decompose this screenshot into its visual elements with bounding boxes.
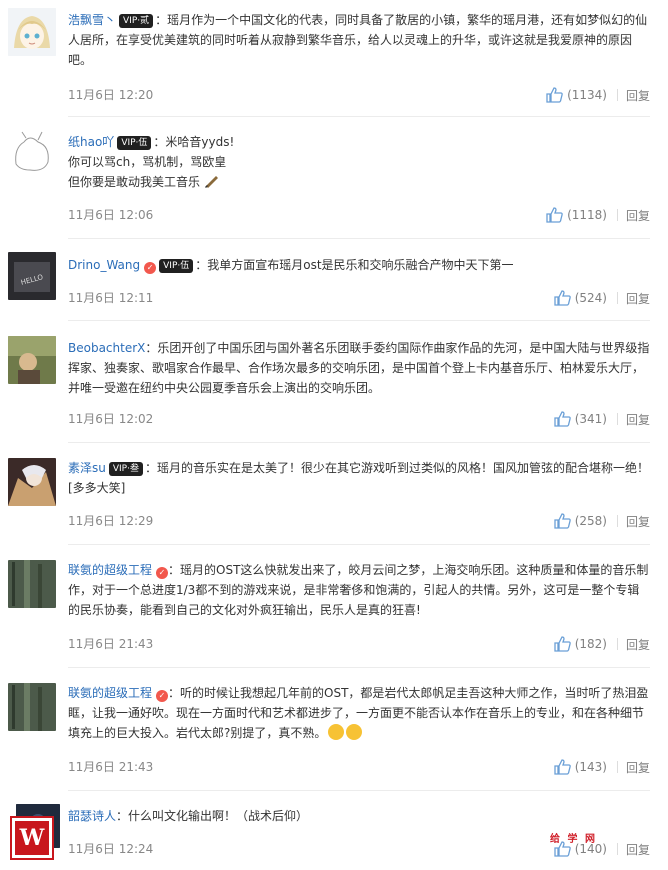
divider <box>616 761 618 773</box>
divider <box>616 515 618 527</box>
comment-time: 11月6日 12:11 <box>68 291 154 305</box>
comment-content: ：乐团开创了中国乐团与国外著名乐团联手委约国际作曲家作品的先河，是中国大陆与世界… <box>68 341 650 395</box>
vip-badge[interactable]: VIP·伍 <box>159 259 194 273</box>
divider <box>68 116 650 117</box>
comment-content: ：什么叫文化输出啊！（战术后仰） <box>116 809 309 823</box>
comment-text: 联氨的超级工程 ✓ ：瑶月的OST这么快就发出来了，皎月云间之梦，上海交响乐团。这种… <box>68 560 650 620</box>
divider <box>68 320 650 321</box>
username[interactable]: 联氨的超级工程 <box>68 563 152 577</box>
thumbs-up-icon[interactable] <box>546 207 563 223</box>
divider <box>68 790 650 791</box>
reply-link[interactable]: 回复 <box>626 636 650 653</box>
comment-time: 11月6日 12:02 <box>68 412 154 426</box>
like-count: (143) <box>574 760 607 774</box>
avatar[interactable] <box>8 128 56 176</box>
username[interactable]: BeobachterX <box>68 341 145 355</box>
like-count: (341) <box>574 412 607 426</box>
username[interactable]: Drino_Wang <box>68 258 140 272</box>
username[interactable]: 浩飘雪丶 <box>68 13 116 27</box>
reply-link[interactable]: 回复 <box>626 411 650 428</box>
comment-text: Drino_Wang ✓ VIP·伍 ：我单方面宣布瑶月ost是民乐和交响乐融合产物中… <box>68 255 650 275</box>
verified-icon: ✓ <box>156 567 169 579</box>
divider <box>68 544 650 545</box>
reply-link[interactable]: 回复 <box>626 513 650 530</box>
username[interactable]: 素泽su <box>68 461 106 475</box>
vip-badge[interactable]: VIP·贰 <box>119 14 154 28</box>
divider <box>616 843 618 855</box>
comment-time: 11月6日 12:06 <box>68 208 154 222</box>
thumbs-up-icon[interactable] <box>554 513 571 529</box>
laughing-emoji-icon <box>328 724 345 740</box>
laughing-emoji-icon <box>346 724 363 740</box>
comment-time: 11月6日 21:43 <box>68 637 154 651</box>
reply-link[interactable]: 回复 <box>626 290 650 307</box>
watermark-logo: W <box>12 818 52 858</box>
divider <box>68 667 650 668</box>
username[interactable]: 联氨的超级工程 <box>68 686 152 700</box>
vip-badge[interactable]: VIP·伍 <box>117 136 152 150</box>
thumbs-up-icon[interactable] <box>554 290 571 306</box>
divider <box>616 89 618 101</box>
username[interactable]: 纸hao吖 <box>68 135 114 149</box>
divider <box>616 638 618 650</box>
thumbs-up-icon[interactable] <box>554 636 571 652</box>
divider <box>68 238 650 239</box>
brush-icon <box>204 176 218 188</box>
comment-content: ：瑶月的音乐实在是太美了！很少在其它游戏听到过类似的风格！国风加管弦的配合堪称一… <box>68 461 649 495</box>
divider <box>68 442 650 443</box>
like-count: (258) <box>574 514 607 528</box>
comment-time: 11月6日 12:20 <box>68 88 154 102</box>
comment-text: BeobachterX：乐团开创了中国乐团与国外著名乐团联手委约国际作曲家作品的… <box>68 338 650 398</box>
comment-time: 11月6日 12:24 <box>68 842 154 856</box>
reply-link[interactable]: 回复 <box>626 207 650 224</box>
comment-text: 纸hao吖 VIP·伍 ：米哈音yyds! 你可以骂ch，骂机制，骂欧皇 但你要是敢… <box>68 132 650 192</box>
comment-line: ：米哈音yyds! <box>153 135 235 149</box>
comment-time: 11月6日 12:29 <box>68 514 154 528</box>
thumbs-up-icon[interactable] <box>554 759 571 775</box>
reply-link[interactable]: 回复 <box>626 759 650 776</box>
comment-text: 浩飘雪丶 VIP·贰 ：瑶月作为一个中国文化的代表，同时具备了散居的小镇，繁华的瑶月… <box>68 10 650 70</box>
divider <box>616 209 618 221</box>
comment-content: ：我单方面宣布瑶月ost是民乐和交响乐融合产物中天下第一 <box>195 258 514 272</box>
avatar[interactable] <box>8 8 56 56</box>
like-count: (524) <box>574 291 607 305</box>
comment-text: 联氨的超级工程 ✓ ：听的时候让我想起几年前的OST，都是岩代太郎帆足圭吾这种大师之… <box>68 683 650 743</box>
comment-time: 11月6日 21:43 <box>68 760 154 774</box>
thumbs-up-icon[interactable] <box>554 411 571 427</box>
divider <box>616 413 618 425</box>
comment-content: ：瑶月的OST这么快就发出来了，皎月云间之梦，上海交响乐团。这种质量和体量的音乐… <box>68 563 649 617</box>
like-count: (182) <box>574 637 607 651</box>
comment-content: ：瑶月作为一个中国文化的代表，同时具备了散居的小镇，繁华的瑶月港，还有如梦似幻的… <box>68 13 648 67</box>
comment-text: 韶瑟诗人：什么叫文化输出啊！（战术后仰） <box>68 806 650 826</box>
avatar[interactable] <box>8 560 56 608</box>
comment-line: 但你要是敢动我美工音乐 <box>68 175 201 189</box>
username[interactable]: 韶瑟诗人 <box>68 809 116 823</box>
reply-link[interactable]: 回复 <box>626 87 650 104</box>
verified-icon: ✓ <box>156 690 169 702</box>
like-count: (1134) <box>567 88 607 102</box>
avatar[interactable] <box>8 458 56 506</box>
like-count: (1118) <box>567 208 607 222</box>
thumbs-up-icon[interactable] <box>546 87 563 103</box>
verified-icon: ✓ <box>144 262 157 274</box>
comment-text: 素泽su VIP·叁 ：瑶月的音乐实在是太美了！很少在其它游戏听到过类似的风格！国风… <box>68 458 650 498</box>
avatar[interactable] <box>8 683 56 731</box>
comment-line: 你可以骂ch，骂机制，骂欧皇 <box>68 155 227 169</box>
divider <box>616 292 618 304</box>
reply-link[interactable]: 回复 <box>626 841 650 858</box>
avatar[interactable]: HELLO <box>8 252 56 300</box>
vip-badge[interactable]: VIP·叁 <box>108 462 143 476</box>
watermark-text: 给 学 网 <box>550 834 597 845</box>
avatar[interactable] <box>8 336 56 384</box>
